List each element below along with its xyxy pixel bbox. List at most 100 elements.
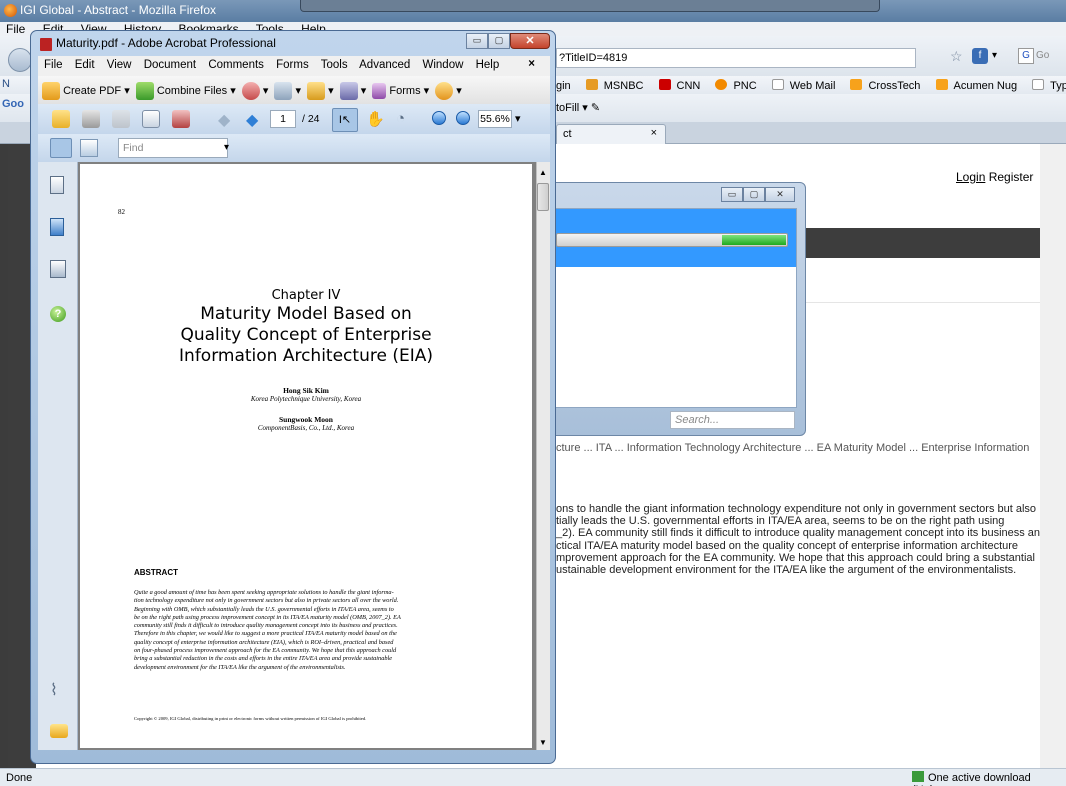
zoom-level[interactable]: 55.6% ▾ bbox=[478, 110, 521, 128]
abstract-line: tially leads the U.S. governmental effor… bbox=[556, 515, 1005, 528]
secure-doc-button[interactable] bbox=[172, 110, 190, 128]
fit-page-button[interactable] bbox=[80, 139, 98, 157]
cursor-icon: I↖ bbox=[338, 114, 352, 126]
bookmark-cnn[interactable]: CNN bbox=[658, 79, 707, 92]
login-links: Login Register bbox=[956, 170, 1033, 184]
abstract-line: ctical ITA/EA maturity model based on th… bbox=[556, 539, 1019, 552]
bookmark-pnc[interactable]: PNC bbox=[715, 79, 762, 92]
url-text: ?TitleID=4819 bbox=[559, 52, 628, 64]
pages-icon[interactable] bbox=[50, 176, 64, 194]
acro-menu-advanced[interactable]: Advanced bbox=[359, 59, 410, 71]
print-button[interactable] bbox=[82, 110, 100, 128]
multimedia-button[interactable]: ▾ bbox=[435, 82, 462, 100]
save-button[interactable] bbox=[112, 110, 130, 128]
find-input[interactable]: Find bbox=[118, 138, 228, 158]
google-icon[interactable]: G bbox=[1018, 48, 1034, 64]
prev-page-button[interactable]: ◆ bbox=[218, 110, 230, 130]
download-status[interactable]: One active download (Unkno bbox=[912, 771, 1066, 786]
export-icon bbox=[241, 82, 260, 100]
bookmark-acumen[interactable]: Acumen Nug bbox=[935, 79, 1024, 92]
url-bar[interactable]: ?TitleID=4819 bbox=[556, 48, 916, 68]
sign-button[interactable]: ▾ bbox=[339, 82, 366, 100]
acro-menu-comments[interactable]: Comments bbox=[208, 59, 264, 71]
scroll-down-icon[interactable]: ▼ bbox=[539, 738, 547, 747]
signatures-icon[interactable] bbox=[50, 260, 66, 278]
acro-menu-file[interactable]: File bbox=[44, 59, 63, 71]
register-link[interactable]: Register bbox=[989, 170, 1034, 184]
titlebar-decoration bbox=[300, 0, 880, 12]
login-link[interactable]: Login bbox=[956, 170, 985, 184]
document-scrollbar[interactable]: ▲ ▼ bbox=[536, 162, 550, 750]
comments-icon[interactable] bbox=[50, 724, 68, 738]
search-box[interactable]: Go bbox=[1036, 50, 1049, 61]
export-button[interactable]: ▾ bbox=[241, 82, 268, 100]
keywords-text: cture ... ITA ... Information Technology… bbox=[556, 442, 1030, 454]
star-icon[interactable]: ☆ bbox=[950, 48, 963, 65]
acro-menu-tools[interactable]: Tools bbox=[321, 59, 348, 71]
acro-menu-help[interactable]: Help bbox=[476, 59, 500, 71]
email-button[interactable] bbox=[142, 110, 160, 128]
next-page-button[interactable]: ◆ bbox=[246, 110, 258, 130]
marquee-zoom-button[interactable]: ◔ bbox=[396, 110, 405, 127]
lock-icon bbox=[307, 82, 326, 100]
downloads-search-input[interactable]: Search... bbox=[670, 411, 795, 429]
open-button[interactable] bbox=[52, 110, 70, 128]
bookmarks-icon[interactable] bbox=[50, 218, 64, 236]
acro-menu-forms[interactable]: Forms bbox=[276, 59, 309, 71]
bookmark-msnbc[interactable]: MSNBC bbox=[585, 79, 650, 92]
select-tool-button[interactable]: I↖ bbox=[332, 108, 358, 132]
scrollbar-thumb[interactable] bbox=[537, 183, 549, 211]
zoom-out-button[interactable] bbox=[432, 111, 446, 125]
zoom-icon: ◔ bbox=[396, 110, 406, 127]
create-pdf-button[interactable]: Create PDF ▾ bbox=[42, 82, 130, 100]
scroll-up-icon[interactable]: ▲ bbox=[539, 168, 547, 177]
secure-button[interactable]: ▾ bbox=[307, 82, 334, 100]
acrobat-maximize-button[interactable]: ▢ bbox=[488, 33, 510, 49]
find-dropdown-icon[interactable]: ▾ bbox=[224, 142, 229, 153]
page-icon bbox=[1032, 79, 1045, 90]
affiliation-2: ComponentBasis, Co., Ltd., Korea bbox=[257, 424, 355, 432]
tab-close-icon[interactable]: × bbox=[651, 127, 657, 139]
pdf-abstract: Quite a good amount of time has been spe… bbox=[134, 589, 484, 672]
zoom-in-button[interactable] bbox=[456, 111, 470, 125]
download-icon bbox=[912, 771, 924, 782]
minimize-button[interactable]: ▭ bbox=[721, 187, 743, 202]
bookmark-login[interactable]: gin bbox=[556, 80, 577, 92]
attachments-icon[interactable]: ⌇ bbox=[50, 680, 58, 700]
maximize-button[interactable]: ▢ bbox=[743, 187, 765, 202]
tab-label: ct bbox=[563, 128, 572, 140]
hand-tool-button[interactable]: ✋ bbox=[366, 110, 385, 128]
page-number-input[interactable]: 1 bbox=[270, 110, 296, 128]
status-text: Done bbox=[6, 772, 33, 784]
back-button[interactable] bbox=[8, 48, 32, 72]
acro-menu-edit[interactable]: Edit bbox=[75, 59, 95, 71]
close-button[interactable]: ✕ bbox=[765, 187, 795, 202]
bookmark-left-item[interactable]: N bbox=[2, 78, 10, 90]
document-close-icon[interactable]: × bbox=[528, 58, 535, 70]
pages-panel-button[interactable] bbox=[50, 138, 72, 158]
menu-file[interactable]: File bbox=[6, 22, 25, 36]
forms-button[interactable]: Forms ▾ bbox=[372, 83, 429, 99]
pdf-abstract-line: Beginning with OMB, which substantially … bbox=[134, 605, 394, 613]
page-scrollbar[interactable] bbox=[1040, 144, 1066, 768]
search-engine-icon[interactable]: f bbox=[972, 48, 988, 64]
bookmark-typefi[interactable]: Typefi Publish + RSu bbox=[1032, 79, 1066, 92]
acrobat-close-button[interactable]: ✕ bbox=[510, 33, 550, 49]
tab-abstract[interactable]: ct × bbox=[556, 124, 666, 144]
combine-files-button[interactable]: Combine Files ▾ bbox=[135, 82, 236, 100]
acro-menu-window[interactable]: Window bbox=[423, 59, 464, 71]
acro-menu-document[interactable]: Document bbox=[144, 59, 196, 71]
acro-menu-view[interactable]: View bbox=[107, 59, 132, 71]
bookmark-webmail[interactable]: Web Mail bbox=[771, 79, 842, 92]
bookmark-crosstech[interactable]: CrossTech bbox=[850, 79, 926, 92]
help-icon[interactable]: ? bbox=[50, 306, 66, 322]
search-placeholder: Go bbox=[1036, 50, 1050, 61]
status-bar: Done bbox=[0, 768, 1066, 786]
dropdown-arrow-icon[interactable]: ▾ bbox=[992, 50, 997, 61]
acrobat-menubar: File Edit View Document Comments Forms T… bbox=[38, 56, 550, 76]
review-button[interactable]: ▾ bbox=[274, 82, 301, 100]
review-icon bbox=[274, 82, 293, 100]
autofill-button[interactable]: toFill ▾ ✎ bbox=[556, 102, 600, 114]
google-logo: Goo bbox=[2, 98, 24, 110]
acrobat-minimize-button[interactable]: ▭ bbox=[466, 33, 488, 49]
